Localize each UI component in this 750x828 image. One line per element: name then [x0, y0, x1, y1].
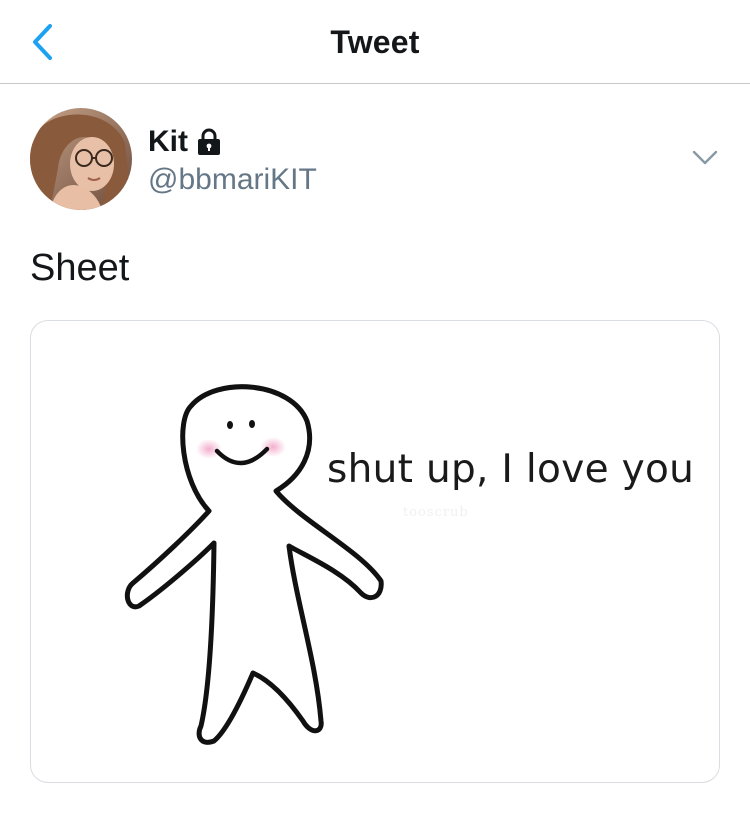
stick-figure-drawing [124, 384, 384, 745]
display-name-row[interactable]: Kit [148, 124, 222, 160]
tweet-text: Sheet [30, 247, 130, 289]
page-title: Tweet [330, 24, 420, 60]
tweet-author: Kit @bbmariKIT [30, 108, 720, 210]
chevron-down-icon [692, 150, 718, 165]
more-options-button[interactable] [690, 146, 720, 170]
lock-icon [196, 128, 222, 156]
tweet-media[interactable]: shut up, I love you tooscrub [30, 320, 720, 783]
nav-bar: Tweet [0, 0, 750, 84]
meme-caption: shut up, I love you [327, 447, 695, 492]
avatar[interactable] [30, 108, 132, 210]
image-watermark: tooscrub [403, 505, 469, 520]
display-name: Kit [148, 125, 188, 158]
user-handle[interactable]: @bbmariKIT [148, 162, 317, 198]
